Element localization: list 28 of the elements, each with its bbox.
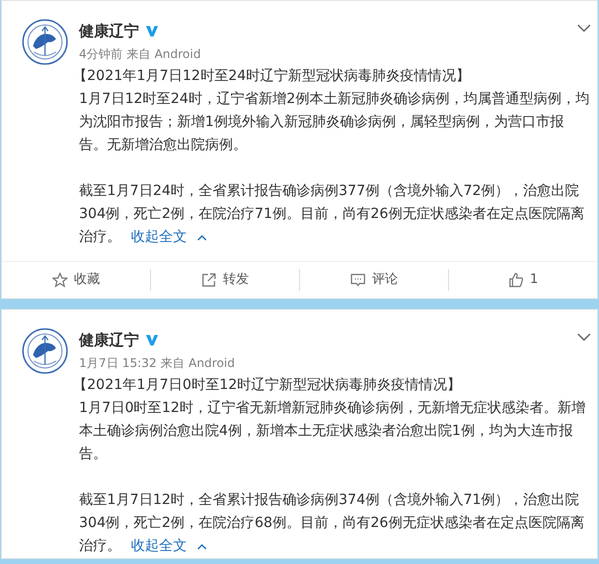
chevron-up-icon bbox=[197, 544, 207, 550]
favorite-button[interactable]: 收藏 bbox=[52, 270, 100, 290]
post-time[interactable]: 1月7日 15:32 bbox=[79, 354, 157, 372]
collapse-link[interactable]: 收起全文 bbox=[131, 226, 207, 249]
author-name[interactable]: 健康辽宁 bbox=[79, 328, 139, 352]
comment-icon bbox=[350, 272, 366, 288]
author-name[interactable]: 健康辽宁 bbox=[79, 20, 139, 42]
emblem-logo bbox=[22, 19, 68, 65]
thumbs-up-icon bbox=[508, 272, 524, 288]
post-text: 1月7日0时至12时，辽宁省无新增新冠肺炎确诊病例，无新增无症状感染者。新增本土确诊病例治愈出院4例，新增本土无症状感染者治愈出院1例，均为大连市报告。 bbox=[79, 399, 587, 464]
post-title: 【2021年1月7日0时至12时辽宁新型冠状病毒肺炎疫情情况】 bbox=[73, 376, 462, 395]
post-text: 截至1月7日24时，全省累计报告确诊病例377例（含境外输入72例），治愈出院304例，死亡2例，在院治疗71例。目前，尚有26例无症状感染者在定点医院隔离治疗。 收起全文 bbox=[79, 180, 591, 249]
post-text: 1月7日12时至24时，辽宁省新增2例本土新冠肺炎确诊病例，均属普通型病例，均为沈阳市报告；新增1例境外输入新冠肺炎确诊病例，属轻型病例，为营口市报告。无新增治愈出院病例。 bbox=[79, 90, 590, 155]
post-source: 来自 Android bbox=[126, 46, 201, 63]
post-text: 截至1月7日12时，全省累计报告确诊病例374例（含境外输入71例），治愈出院304例，死亡2例，在院治疗68例。目前，尚有26例无症状感染者在定点医院隔离治疗。 收起全文 bbox=[79, 489, 591, 558]
post-source: 来自 Android bbox=[160, 355, 235, 372]
like-button[interactable]: 1 bbox=[508, 270, 538, 290]
post-time[interactable]: 4分钟前 bbox=[79, 45, 123, 63]
chevron-down-icon[interactable] bbox=[577, 333, 591, 341]
share-icon bbox=[201, 272, 217, 288]
repost-button[interactable]: 转发 bbox=[201, 270, 249, 290]
comment-button[interactable]: 评论 bbox=[350, 270, 398, 290]
chevron-up-icon bbox=[197, 234, 207, 240]
chevron-down-icon[interactable] bbox=[577, 24, 591, 32]
star-icon bbox=[52, 272, 68, 288]
emblem-logo bbox=[22, 328, 68, 374]
collapse-link[interactable]: 收起全文 bbox=[131, 535, 207, 558]
post-title: 【2021年1月7日12时至24时辽宁新型冠状病毒肺炎疫情情况】 bbox=[73, 67, 472, 86]
